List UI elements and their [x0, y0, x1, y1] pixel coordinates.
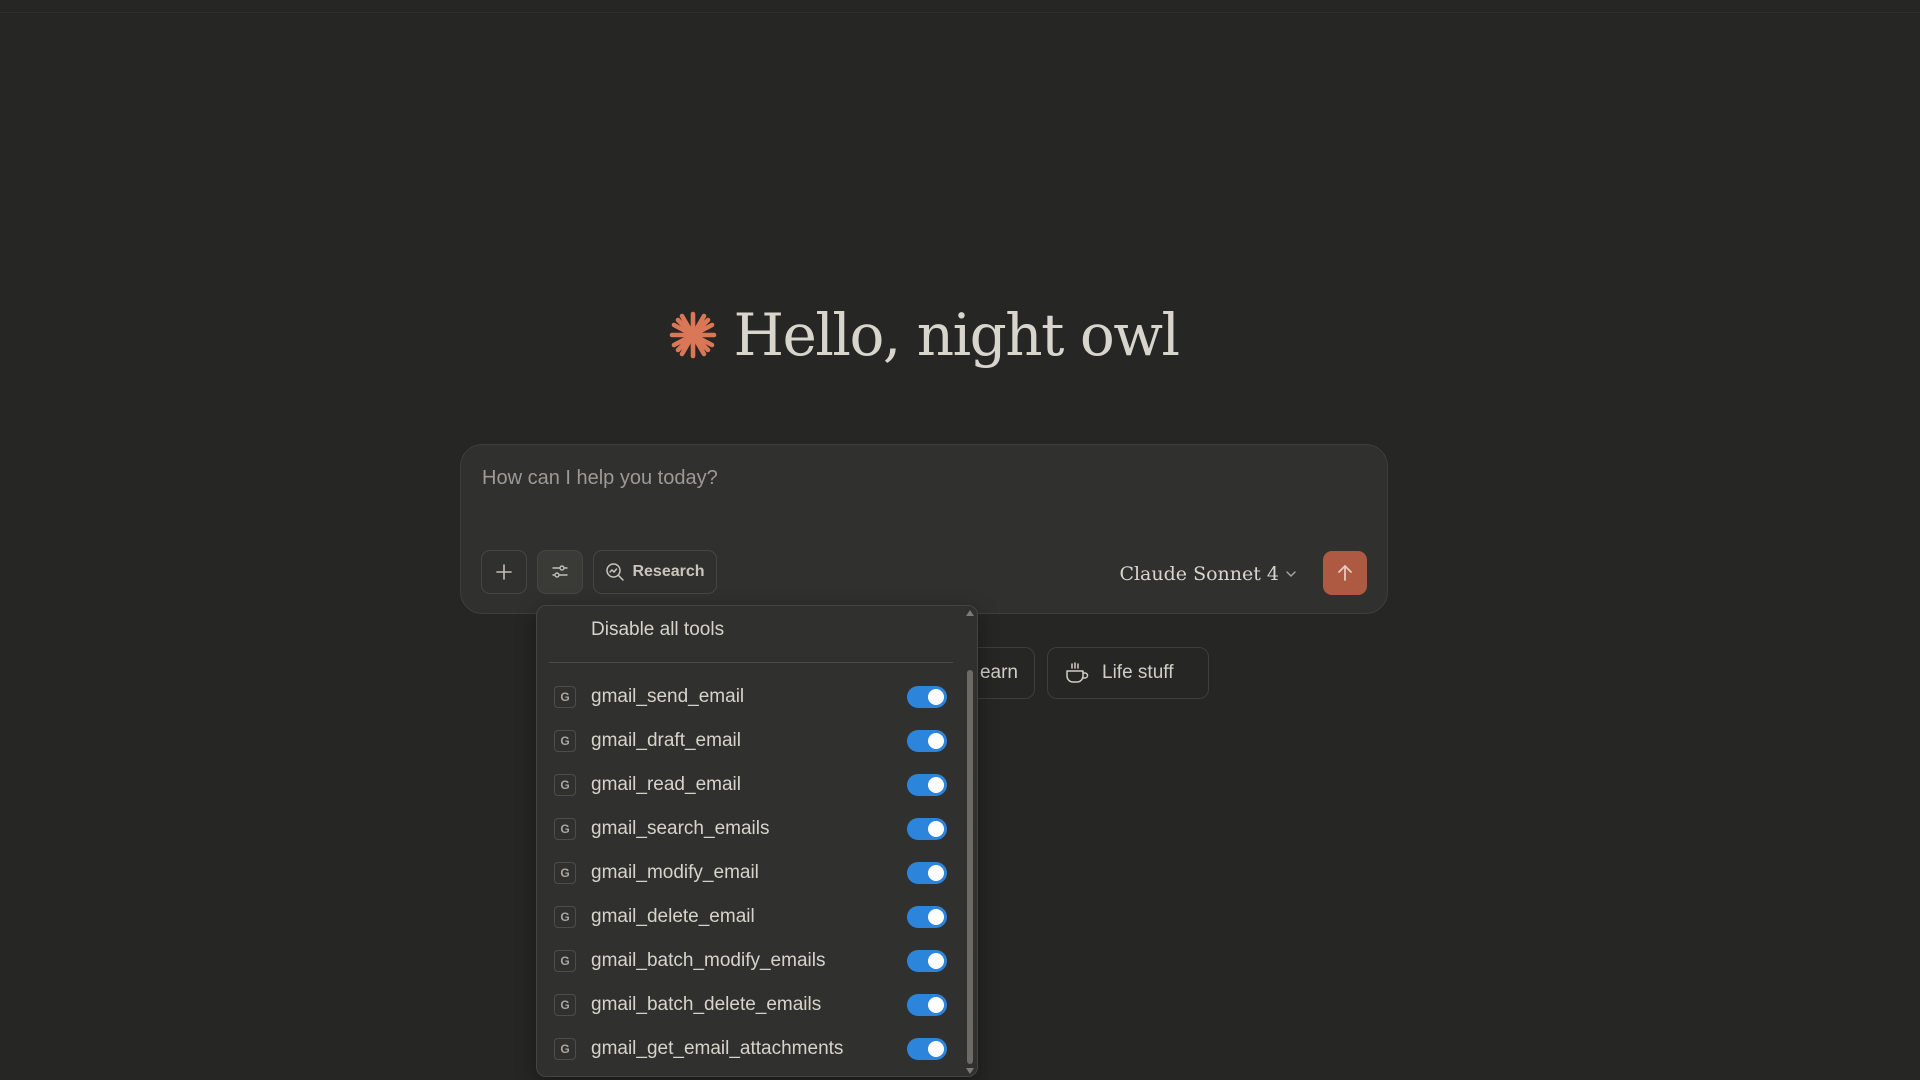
tools-button[interactable] — [537, 550, 583, 594]
research-label: Research — [632, 563, 705, 580]
menu-divider — [549, 662, 953, 663]
tool-toggle[interactable] — [907, 686, 947, 708]
model-label: Claude Sonnet 4 — [1119, 563, 1279, 585]
toggle-knob — [928, 821, 944, 837]
toggle-knob — [928, 689, 944, 705]
tool-toggle[interactable] — [907, 906, 947, 928]
greeting: Hello, night owl — [0, 306, 1848, 364]
tool-item-gmail-get-email-attachments[interactable]: G gmail_get_email_attachments — [537, 1027, 957, 1071]
chat-composer: How can I help you today? Research Claud… — [460, 444, 1388, 614]
gmail-icon: G — [554, 906, 576, 928]
send-button[interactable] — [1323, 551, 1367, 595]
toggle-knob — [928, 777, 944, 793]
toggle-knob — [928, 997, 944, 1013]
tool-name: gmail_batch_delete_emails — [591, 994, 822, 1015]
tool-name: gmail_delete_email — [591, 906, 755, 927]
tools-dropdown: Disable all tools G gmail_send_email G g… — [536, 605, 978, 1077]
tool-toggle[interactable] — [907, 862, 947, 884]
tool-item-gmail-batch-modify-emails[interactable]: G gmail_batch_modify_emails — [537, 939, 957, 983]
chip-label: Life stuff — [1102, 662, 1174, 683]
tool-name: gmail_search_emails — [591, 818, 770, 839]
sliders-icon — [552, 565, 568, 578]
tool-name: gmail_modify_email — [591, 862, 759, 883]
scrollbar[interactable] — [965, 610, 975, 1074]
scroll-up-arrow-icon[interactable] — [966, 610, 974, 616]
tool-item-gmail-read-email[interactable]: G gmail_read_email — [537, 763, 957, 807]
gmail-icon: G — [554, 994, 576, 1016]
toggle-knob — [928, 1041, 944, 1057]
tool-toggle[interactable] — [907, 818, 947, 840]
toggle-knob — [928, 909, 944, 925]
coffee-cup-icon — [1066, 662, 1089, 683]
arrow-up-icon — [1338, 565, 1352, 581]
gmail-icon: G — [554, 686, 576, 708]
research-search-icon — [606, 563, 625, 581]
tool-toggle[interactable] — [907, 730, 947, 752]
tool-name: gmail_read_email — [591, 774, 741, 795]
gmail-icon: G — [554, 774, 576, 796]
tool-item-gmail-draft-email[interactable]: G gmail_draft_email — [537, 719, 957, 763]
greeting-text: Hello, night owl — [733, 301, 1180, 369]
tool-toggle[interactable] — [907, 774, 947, 796]
chevron-down-icon — [1286, 571, 1296, 577]
tool-toggle[interactable] — [907, 994, 947, 1016]
plus-icon — [496, 564, 512, 580]
tool-item-gmail-search-emails[interactable]: G gmail_search_emails — [537, 807, 957, 851]
chip-label: earn — [979, 662, 1018, 683]
toggle-knob — [928, 953, 944, 969]
claude-star-icon — [670, 311, 717, 359]
tool-item-gmail-send-email[interactable]: G gmail_send_email — [537, 675, 957, 719]
research-button[interactable]: Research — [593, 550, 717, 594]
gmail-icon: G — [554, 950, 576, 972]
tool-name: gmail_batch_modify_emails — [591, 950, 826, 971]
toggle-knob — [928, 865, 944, 881]
tool-name: gmail_draft_email — [591, 730, 741, 751]
tool-toggle[interactable] — [907, 950, 947, 972]
toggle-knob — [928, 733, 944, 749]
tool-item-gmail-delete-email[interactable]: G gmail_delete_email — [537, 895, 957, 939]
add-button[interactable] — [481, 550, 527, 594]
gmail-icon: G — [554, 730, 576, 752]
tool-name: gmail_get_email_attachments — [591, 1038, 844, 1059]
gmail-icon: G — [554, 818, 576, 840]
top-divider — [0, 12, 1920, 13]
tool-item-gmail-batch-delete-emails[interactable]: G gmail_batch_delete_emails — [537, 983, 957, 1027]
gmail-icon: G — [554, 862, 576, 884]
tool-toggle[interactable] — [907, 1038, 947, 1060]
tool-item-gmail-modify-email[interactable]: G gmail_modify_email — [537, 851, 957, 895]
disable-all-tools[interactable]: Disable all tools — [591, 619, 724, 641]
chip-life-stuff[interactable]: Life stuff — [1047, 647, 1209, 699]
tool-name: gmail_send_email — [591, 686, 745, 707]
gmail-icon: G — [554, 1038, 576, 1060]
scroll-down-arrow-icon[interactable] — [966, 1068, 974, 1074]
scrollbar-thumb[interactable] — [967, 670, 973, 1064]
model-selector[interactable]: Claude Sonnet 4 — [1119, 563, 1297, 585]
message-input[interactable]: How can I help you today? — [482, 467, 718, 490]
